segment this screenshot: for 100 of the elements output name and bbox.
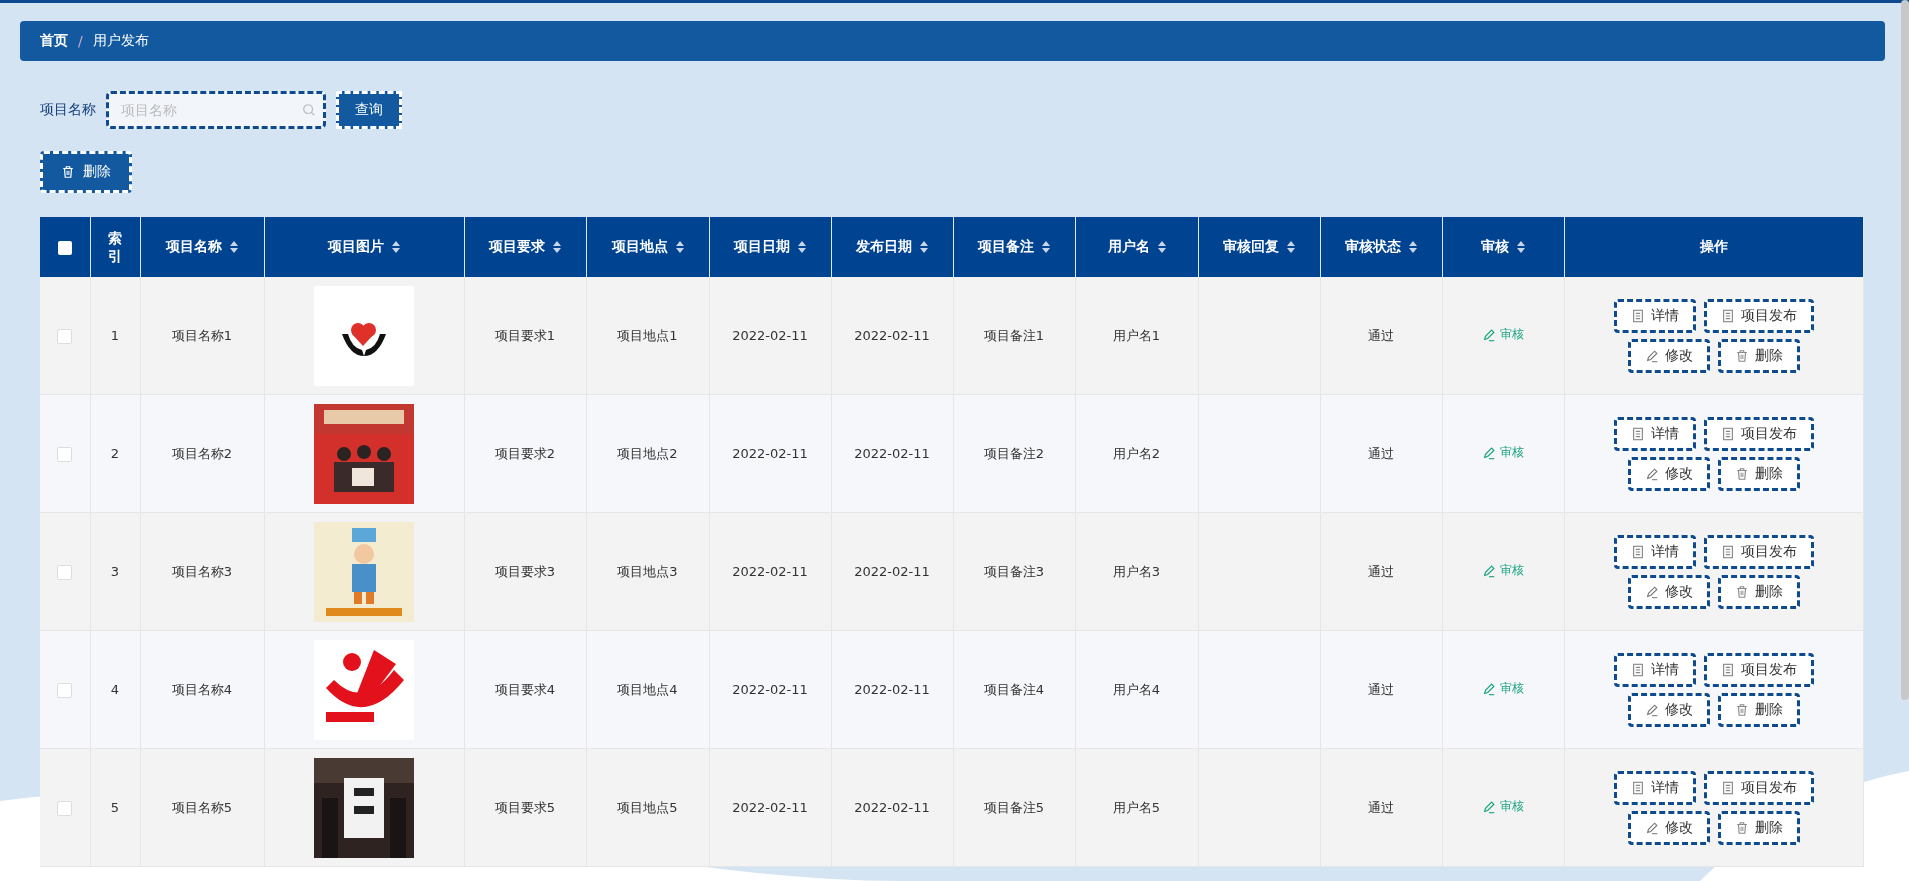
row-checkbox[interactable] bbox=[57, 446, 73, 462]
delete-button[interactable]: 删除 bbox=[1717, 692, 1800, 727]
search-label: 项目名称 bbox=[40, 101, 96, 119]
column-header[interactable]: 项目要求 bbox=[489, 238, 545, 256]
row-checkbox[interactable] bbox=[57, 328, 73, 344]
table-cell: 2022-02-11 bbox=[732, 800, 808, 815]
table-cell: 通过 bbox=[1368, 563, 1394, 579]
table-cell: 项目备注5 bbox=[983, 799, 1045, 815]
table-cell: 项目地点1 bbox=[617, 327, 678, 343]
table-cell: 2 bbox=[110, 446, 120, 461]
table-cell: 通过 bbox=[1368, 799, 1394, 815]
row-checkbox[interactable] bbox=[57, 564, 73, 580]
publish-button[interactable]: 项目发布 bbox=[1703, 652, 1814, 687]
sort-icon bbox=[553, 241, 561, 253]
pencil-icon bbox=[1644, 584, 1659, 599]
table-cell: 1 bbox=[110, 328, 120, 343]
table-cell: 项目名称4 bbox=[171, 681, 233, 697]
pencil-icon bbox=[1644, 466, 1659, 481]
table-cell: 2022-02-11 bbox=[732, 328, 808, 343]
detail-button[interactable]: 详情 bbox=[1613, 770, 1696, 805]
column-header[interactable]: 项目名称 bbox=[166, 238, 222, 256]
sort-icon bbox=[1287, 241, 1295, 253]
trash-icon bbox=[1734, 466, 1749, 481]
table-cell: 项目地点2 bbox=[617, 445, 678, 461]
edit-button[interactable]: 修改 bbox=[1627, 692, 1710, 727]
breadcrumb-item[interactable]: 首页 bbox=[40, 32, 68, 50]
scrollbar[interactable] bbox=[1901, 0, 1909, 700]
table-cell: 项目地点3 bbox=[617, 563, 678, 579]
table-cell: 项目名称2 bbox=[171, 445, 233, 461]
table-cell: 2022-02-11 bbox=[732, 564, 808, 579]
trash-icon bbox=[61, 165, 75, 179]
document-icon bbox=[1720, 544, 1735, 559]
row-checkbox[interactable] bbox=[57, 682, 73, 698]
pencil-icon bbox=[1482, 445, 1496, 460]
delete-button[interactable]: 删除 bbox=[1717, 456, 1800, 491]
table-cell: 项目名称1 bbox=[171, 327, 233, 343]
edit-button[interactable]: 修改 bbox=[1627, 456, 1710, 491]
delete-button[interactable]: 删除 bbox=[40, 151, 132, 193]
table-cell: 项目备注3 bbox=[983, 563, 1045, 579]
column-header[interactable]: 项目备注 bbox=[978, 238, 1034, 256]
column-header: 操作 bbox=[1699, 238, 1728, 256]
edit-button[interactable]: 修改 bbox=[1627, 810, 1710, 845]
table-cell: 4 bbox=[110, 682, 120, 697]
publish-button[interactable]: 项目发布 bbox=[1703, 298, 1814, 333]
table-cell: 2022-02-11 bbox=[854, 800, 930, 815]
publish-button[interactable]: 项目发布 bbox=[1703, 770, 1814, 805]
pencil-icon bbox=[1482, 327, 1496, 342]
table-cell: 通过 bbox=[1368, 445, 1394, 461]
column-header[interactable]: 审核 bbox=[1481, 238, 1509, 256]
table-cell: 2022-02-11 bbox=[854, 682, 930, 697]
column-header[interactable]: 发布日期 bbox=[856, 238, 912, 256]
sort-icon bbox=[230, 241, 238, 253]
sort-icon bbox=[1042, 241, 1050, 253]
document-icon bbox=[1630, 308, 1645, 323]
table-cell: 项目要求4 bbox=[494, 681, 556, 697]
sort-icon bbox=[920, 241, 928, 253]
edit-button[interactable]: 修改 bbox=[1627, 574, 1710, 609]
detail-button[interactable]: 详情 bbox=[1613, 652, 1696, 687]
table-cell: 项目要求2 bbox=[494, 445, 556, 461]
document-icon bbox=[1720, 662, 1735, 677]
document-icon bbox=[1630, 780, 1645, 795]
column-header[interactable]: 审核回复 bbox=[1223, 238, 1279, 256]
sort-icon bbox=[1517, 241, 1525, 253]
table-cell: 项目名称5 bbox=[171, 799, 233, 815]
table-cell: 用户名1 bbox=[1112, 327, 1161, 343]
table-cell: 用户名4 bbox=[1112, 681, 1161, 697]
pencil-icon bbox=[1644, 348, 1659, 363]
detail-button[interactable]: 详情 bbox=[1613, 416, 1696, 451]
table-cell: 5 bbox=[110, 800, 120, 815]
column-header[interactable]: 项目地点 bbox=[611, 238, 668, 256]
detail-button[interactable]: 详情 bbox=[1613, 534, 1696, 569]
column-header[interactable]: 审核状态 bbox=[1345, 238, 1401, 256]
pencil-icon bbox=[1482, 799, 1496, 814]
delete-button[interactable]: 删除 bbox=[1717, 574, 1800, 609]
row-checkbox[interactable] bbox=[57, 800, 73, 816]
detail-button[interactable]: 详情 bbox=[1613, 298, 1696, 333]
table-cell: 2022-02-11 bbox=[732, 446, 808, 461]
publish-button[interactable]: 项目发布 bbox=[1703, 534, 1814, 569]
column-header[interactable]: 用户名 bbox=[1107, 238, 1150, 256]
sort-icon bbox=[675, 241, 684, 253]
table-cell: 项目备注2 bbox=[983, 445, 1045, 461]
delete-button[interactable]: 删除 bbox=[1717, 810, 1800, 845]
select-all-checkbox[interactable] bbox=[57, 241, 72, 255]
search-field[interactable]: 项目名称 bbox=[106, 91, 326, 129]
table-cell: 项目备注4 bbox=[983, 681, 1045, 697]
delete-button[interactable]: 删除 bbox=[1717, 338, 1800, 373]
table-cell: 2022-02-11 bbox=[854, 564, 930, 579]
search-button[interactable]: 查询 bbox=[336, 91, 402, 129]
breadcrumb-separator: / bbox=[78, 33, 83, 49]
publish-button[interactable]: 项目发布 bbox=[1703, 416, 1814, 451]
search-icon bbox=[302, 103, 316, 117]
table-cell: 2022-02-11 bbox=[854, 446, 930, 461]
table-cell: 2022-02-11 bbox=[854, 328, 930, 343]
edit-button[interactable]: 修改 bbox=[1627, 338, 1710, 373]
sort-icon bbox=[1157, 241, 1166, 253]
column-header[interactable]: 项目图片 bbox=[328, 238, 384, 256]
pencil-icon bbox=[1644, 820, 1659, 835]
column-header[interactable]: 项目日期 bbox=[734, 238, 790, 256]
table-cell: 项目要求1 bbox=[494, 327, 556, 343]
table-cell: 用户名2 bbox=[1112, 445, 1161, 461]
